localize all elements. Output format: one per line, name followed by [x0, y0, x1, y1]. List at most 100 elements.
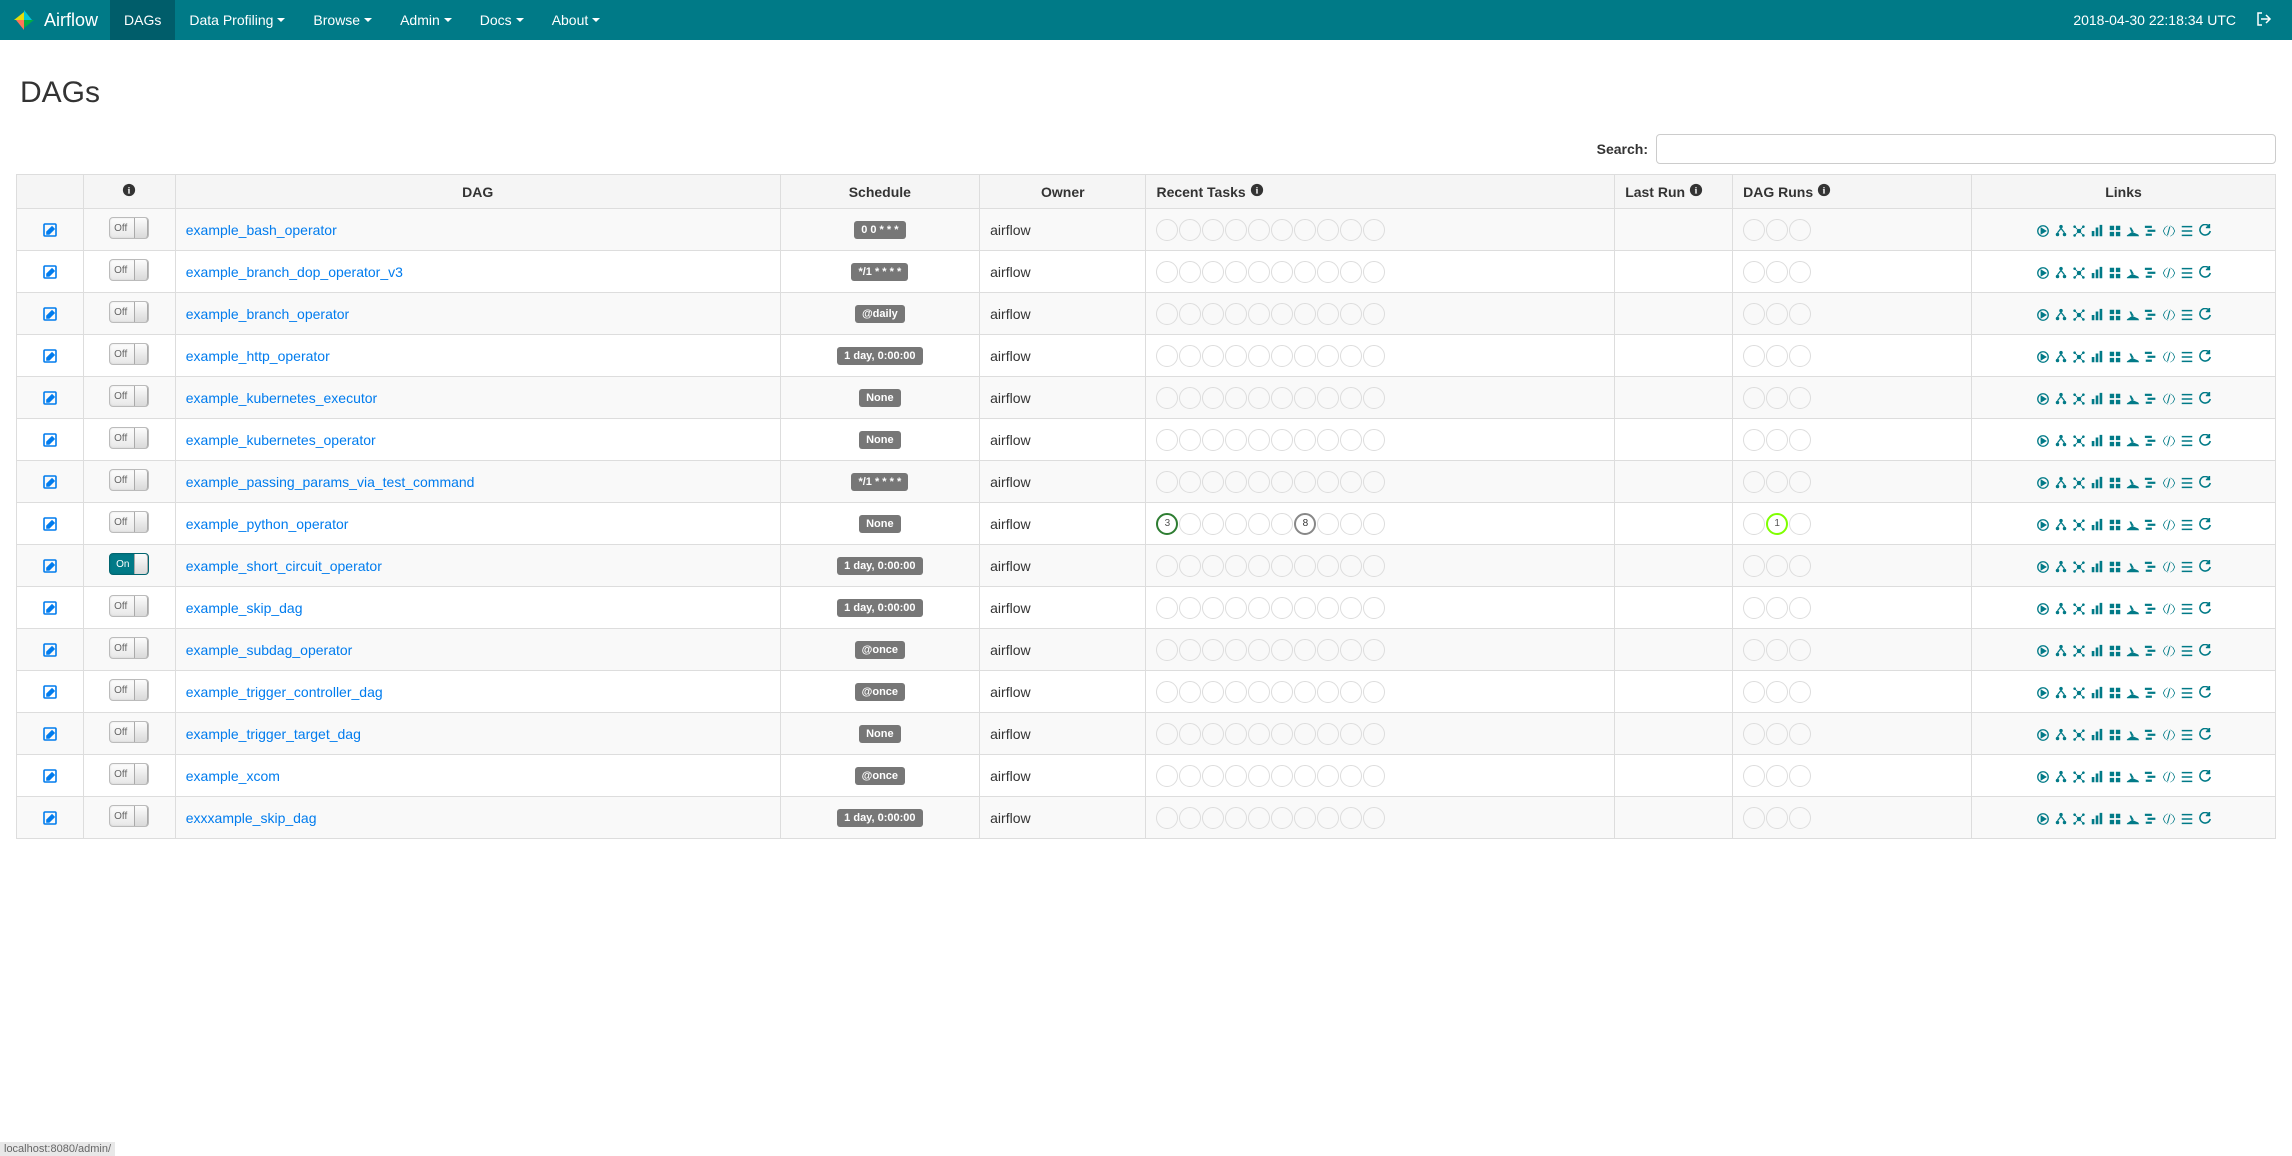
schedule-label[interactable]: @daily: [855, 305, 905, 323]
trigger-link[interactable]: [2036, 516, 2050, 532]
logs-link[interactable]: [2180, 642, 2194, 658]
graph-link[interactable]: [2072, 474, 2086, 490]
dagrun-circle[interactable]: [1766, 639, 1788, 661]
tree-link[interactable]: [2054, 516, 2068, 532]
recent-task-circle[interactable]: [1179, 303, 1201, 325]
recent-task-circle[interactable]: [1317, 765, 1339, 787]
graph-link[interactable]: [2072, 516, 2086, 532]
recent-task-circle[interactable]: [1294, 303, 1316, 325]
trigger-link[interactable]: [2036, 726, 2050, 742]
recent-task-circle[interactable]: [1156, 429, 1178, 451]
graph-link[interactable]: [2072, 726, 2086, 742]
recent-task-circle[interactable]: [1248, 345, 1270, 367]
dagrun-circle[interactable]: [1789, 261, 1811, 283]
pause-toggle[interactable]: Off: [109, 385, 149, 407]
gantt-link[interactable]: [2144, 474, 2158, 490]
search-input[interactable]: [1656, 134, 2276, 164]
pause-toggle[interactable]: Off: [109, 301, 149, 323]
duration-link[interactable]: [2090, 390, 2104, 406]
recent-task-circle[interactable]: [1340, 807, 1362, 829]
trigger-link[interactable]: [2036, 600, 2050, 616]
dag-link[interactable]: example_short_circuit_operator: [186, 558, 382, 574]
recent-task-circle[interactable]: [1202, 765, 1224, 787]
graph-link[interactable]: [2072, 222, 2086, 238]
gantt-link[interactable]: [2144, 558, 2158, 574]
dagrun-circle[interactable]: [1743, 555, 1765, 577]
recent-task-circle[interactable]: [1202, 597, 1224, 619]
graph-link[interactable]: [2072, 348, 2086, 364]
recent-task-circle[interactable]: [1271, 597, 1293, 619]
edit-dag-icon[interactable]: [42, 641, 58, 657]
recent-task-circle[interactable]: 8: [1294, 513, 1316, 535]
dagrun-circle[interactable]: [1743, 261, 1765, 283]
recent-task-circle[interactable]: [1317, 471, 1339, 493]
dagrun-circle[interactable]: [1743, 219, 1765, 241]
recent-task-circle[interactable]: [1363, 765, 1385, 787]
recent-task-circle[interactable]: [1271, 765, 1293, 787]
dagrun-circle[interactable]: [1766, 387, 1788, 409]
recent-task-circle[interactable]: [1271, 681, 1293, 703]
duration-link[interactable]: [2090, 432, 2104, 448]
recent-task-circle[interactable]: [1248, 387, 1270, 409]
recent-task-circle[interactable]: [1363, 471, 1385, 493]
dagrun-circle[interactable]: [1789, 345, 1811, 367]
logs-link[interactable]: [2180, 558, 2194, 574]
dagrun-circle[interactable]: [1789, 555, 1811, 577]
recent-task-circle[interactable]: [1340, 303, 1362, 325]
trigger-link[interactable]: [2036, 558, 2050, 574]
tree-link[interactable]: [2054, 264, 2068, 280]
recent-task-circle[interactable]: [1225, 639, 1247, 661]
recent-task-circle[interactable]: [1340, 387, 1362, 409]
logs-link[interactable]: [2180, 390, 2194, 406]
dagrun-circle[interactable]: [1743, 429, 1765, 451]
tree-link[interactable]: [2054, 558, 2068, 574]
landing-link[interactable]: [2126, 474, 2140, 490]
refresh-link[interactable]: [2198, 516, 2212, 532]
refresh-link[interactable]: [2198, 558, 2212, 574]
recent-task-circle[interactable]: [1225, 471, 1247, 493]
tries-link[interactable]: [2108, 432, 2122, 448]
schedule-label[interactable]: 0 0 * * *: [854, 221, 905, 239]
recent-task-circle[interactable]: [1317, 345, 1339, 367]
logs-link[interactable]: [2180, 810, 2194, 826]
pause-toggle[interactable]: Off: [109, 469, 149, 491]
recent-task-circle[interactable]: [1202, 261, 1224, 283]
logs-link[interactable]: [2180, 684, 2194, 700]
refresh-link[interactable]: [2198, 306, 2212, 322]
recent-task-circle[interactable]: [1271, 723, 1293, 745]
recent-task-circle[interactable]: [1363, 723, 1385, 745]
duration-link[interactable]: [2090, 222, 2104, 238]
nav-item-data-profiling[interactable]: Data Profiling: [175, 0, 299, 40]
pause-toggle[interactable]: Off: [109, 595, 149, 617]
pause-toggle[interactable]: Off: [109, 637, 149, 659]
edit-dag-icon[interactable]: [42, 221, 58, 237]
code-link[interactable]: [2162, 306, 2176, 322]
graph-link[interactable]: [2072, 264, 2086, 280]
edit-dag-icon[interactable]: [42, 809, 58, 825]
recent-task-circle[interactable]: [1156, 765, 1178, 787]
schedule-label[interactable]: @once: [855, 683, 905, 701]
recent-task-circle[interactable]: [1363, 303, 1385, 325]
trigger-link[interactable]: [2036, 474, 2050, 490]
tree-link[interactable]: [2054, 810, 2068, 826]
recent-task-circle[interactable]: [1363, 219, 1385, 241]
dag-link[interactable]: example_branch_operator: [186, 306, 349, 322]
recent-task-circle[interactable]: [1225, 723, 1247, 745]
recent-task-circle[interactable]: [1202, 681, 1224, 703]
recent-task-circle[interactable]: [1294, 555, 1316, 577]
dagrun-circle[interactable]: [1743, 681, 1765, 703]
recent-task-circle[interactable]: [1179, 807, 1201, 829]
refresh-link[interactable]: [2198, 222, 2212, 238]
recent-task-circle[interactable]: [1340, 345, 1362, 367]
recent-task-circle[interactable]: [1202, 555, 1224, 577]
code-link[interactable]: [2162, 642, 2176, 658]
tree-link[interactable]: [2054, 348, 2068, 364]
dagrun-circle[interactable]: [1743, 723, 1765, 745]
trigger-link[interactable]: [2036, 432, 2050, 448]
recent-task-circle[interactable]: [1294, 387, 1316, 409]
recent-task-circle[interactable]: [1271, 471, 1293, 493]
logs-link[interactable]: [2180, 348, 2194, 364]
dagrun-circle[interactable]: [1743, 597, 1765, 619]
recent-task-circle[interactable]: [1225, 681, 1247, 703]
pause-toggle[interactable]: Off: [109, 763, 149, 785]
